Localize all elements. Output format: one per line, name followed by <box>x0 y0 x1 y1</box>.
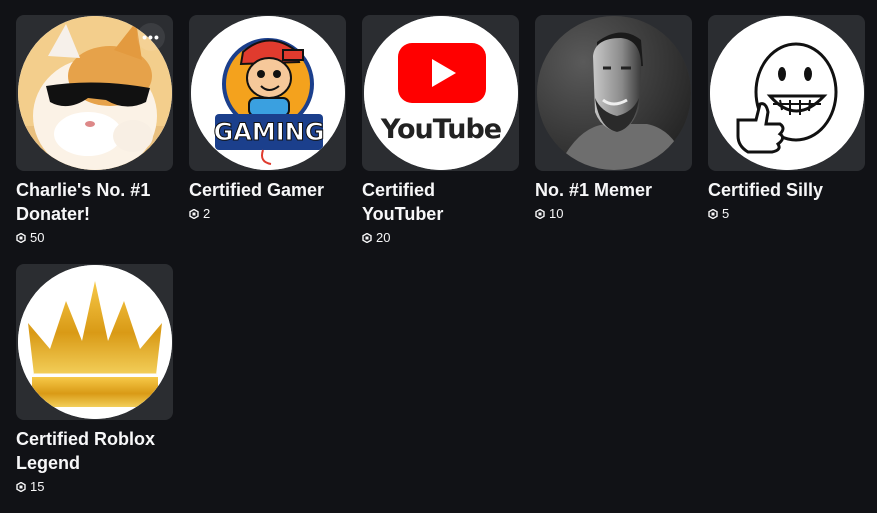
item-thumbnail[interactable] <box>16 264 173 420</box>
price-value: 15 <box>30 479 45 494</box>
item-thumbnail[interactable]: GAMING <box>189 15 346 171</box>
item-name[interactable]: Certified Roblox Legend <box>16 427 173 475</box>
item-price: 2 <box>189 206 346 222</box>
item-card[interactable]: GAMING Certified Gamer 2 <box>189 15 346 264</box>
robux-icon <box>362 233 372 243</box>
more-options-button[interactable]: ••• <box>137 23 165 51</box>
item-thumbnail[interactable] <box>708 15 865 171</box>
item-card[interactable]: Certified Roblox Legend 15 <box>16 264 173 513</box>
item-thumbnail[interactable]: YouTube <box>362 15 519 171</box>
robux-icon <box>16 482 26 492</box>
item-card[interactable]: YouTube Certified YouTuber 20 <box>362 15 519 264</box>
robux-icon <box>189 209 199 219</box>
thumbs-up-smiley-image <box>709 16 864 170</box>
item-name[interactable]: Certified Gamer <box>189 178 346 202</box>
item-name[interactable]: Charlie's No. #1 Donater! <box>16 178 173 226</box>
item-name[interactable]: Certified Silly <box>708 178 865 202</box>
item-price: 10 <box>535 206 692 222</box>
youtube-logo-image: YouTube <box>363 16 518 170</box>
robux-icon <box>708 209 718 219</box>
item-price: 15 <box>16 479 173 495</box>
gigachad-image <box>536 16 691 170</box>
item-name[interactable]: No. #1 Memer <box>535 178 692 202</box>
robux-icon <box>535 209 545 219</box>
price-value: 50 <box>30 230 45 245</box>
item-name[interactable]: Certified YouTuber <box>362 178 519 226</box>
item-thumbnail[interactable]: ••• <box>16 15 173 171</box>
gaming-logo-text: GAMING <box>213 118 324 146</box>
gaming-logo-image: GAMING <box>190 16 345 170</box>
item-price: 5 <box>708 206 865 222</box>
item-card[interactable]: No. #1 Memer 10 <box>535 15 692 264</box>
price-value: 20 <box>376 230 391 245</box>
gold-crown-image <box>17 265 172 419</box>
item-card[interactable]: ••• Charlie's No. #1 Donater! 50 <box>16 15 173 264</box>
price-value: 5 <box>722 206 730 221</box>
price-value: 2 <box>203 206 211 221</box>
item-price: 20 <box>362 230 519 246</box>
robux-icon <box>16 233 26 243</box>
youtube-logo-text: YouTube <box>379 114 500 145</box>
item-card[interactable]: Certified Silly 5 <box>708 15 865 264</box>
item-price: 50 <box>16 230 173 246</box>
gamepass-grid: ••• Charlie's No. #1 Donater! 50 GAMING … <box>16 15 865 513</box>
price-value: 10 <box>549 206 564 221</box>
item-thumbnail[interactable] <box>535 15 692 171</box>
